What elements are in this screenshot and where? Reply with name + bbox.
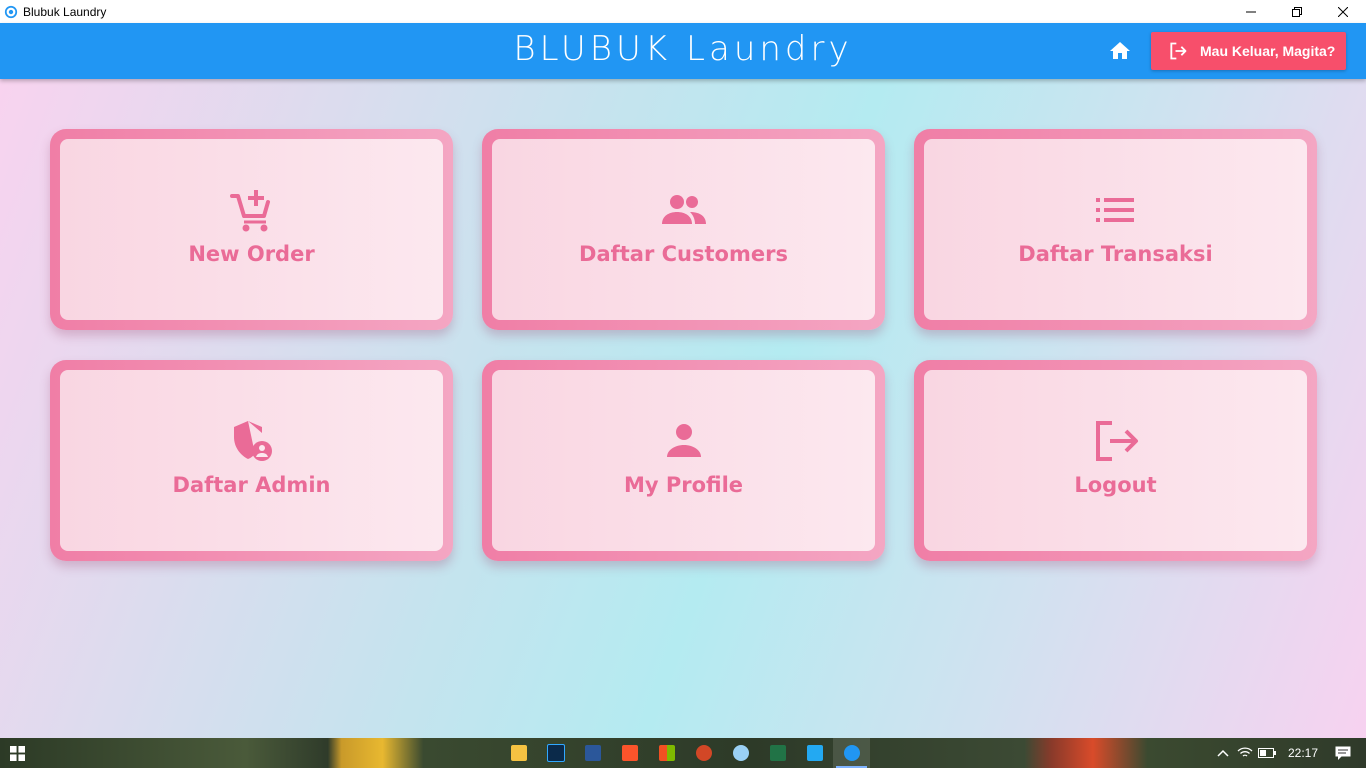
restore-button[interactable] bbox=[1274, 0, 1320, 23]
photoshop-icon[interactable] bbox=[537, 738, 574, 768]
admin-shield-icon bbox=[233, 420, 272, 461]
person-icon bbox=[666, 423, 701, 457]
battery-icon[interactable] bbox=[1256, 738, 1278, 768]
close-icon bbox=[1338, 6, 1348, 17]
menu-card-label: Daftar Customers bbox=[579, 241, 788, 266]
blubuk-laundry-icon[interactable] bbox=[833, 738, 870, 768]
taskbar-clock[interactable]: 22:17 bbox=[1288, 746, 1318, 760]
minimize-icon bbox=[1246, 11, 1256, 12]
menu-card-my-profile[interactable]: My Profile bbox=[482, 360, 885, 561]
system-tray: 22:17 bbox=[1212, 738, 1366, 768]
taskbar-apps bbox=[500, 738, 870, 768]
word-icon[interactable] bbox=[574, 738, 611, 768]
wifi-icon[interactable] bbox=[1234, 738, 1256, 768]
chevron-up-icon[interactable] bbox=[1212, 738, 1234, 768]
os-taskbar: 22:17 bbox=[0, 738, 1366, 768]
logout-header-button[interactable]: Mau Keluar, Magita? bbox=[1151, 32, 1346, 70]
menu-card-daftar-customers[interactable]: Daftar Customers bbox=[482, 129, 885, 330]
store-icon[interactable] bbox=[648, 738, 685, 768]
home-icon[interactable] bbox=[1108, 39, 1132, 63]
windows-start-icon[interactable] bbox=[10, 746, 25, 761]
menu-card-label: Daftar Admin bbox=[172, 472, 331, 497]
excel-icon[interactable] bbox=[759, 738, 796, 768]
list-icon bbox=[1095, 197, 1134, 222]
minimize-button[interactable] bbox=[1228, 0, 1274, 23]
app-logo-icon bbox=[4, 5, 18, 18]
notification-icon[interactable] bbox=[1332, 738, 1354, 768]
dashboard: New Order Daftar Customers Daftar Transa… bbox=[0, 79, 1366, 738]
logout-icon bbox=[1170, 42, 1187, 60]
file-explorer-icon[interactable] bbox=[500, 738, 537, 768]
brave-icon[interactable] bbox=[611, 738, 648, 768]
menu-card-new-order[interactable]: New Order bbox=[50, 129, 453, 330]
paint-icon[interactable] bbox=[722, 738, 759, 768]
vscode-icon[interactable] bbox=[796, 738, 833, 768]
users-icon bbox=[661, 194, 706, 224]
menu-card-label: New Order bbox=[188, 241, 315, 266]
logout-icon bbox=[1095, 420, 1138, 461]
menu-card-daftar-transaksi[interactable]: Daftar Transaksi bbox=[914, 129, 1317, 330]
menu-card-label: Daftar Transaksi bbox=[1018, 241, 1213, 266]
close-button[interactable] bbox=[1320, 0, 1366, 23]
menu-card-label: Logout bbox=[1074, 472, 1157, 497]
restore-icon bbox=[1292, 6, 1302, 17]
app-header: BLUBUK Laundry Mau Keluar, Magita? bbox=[0, 23, 1366, 79]
cart-plus-icon bbox=[229, 189, 270, 231]
window-title: Blubuk Laundry bbox=[23, 4, 107, 19]
menu-card-logout[interactable]: Logout bbox=[914, 360, 1317, 561]
window-titlebar: Blubuk Laundry bbox=[0, 0, 1366, 23]
window-controls bbox=[1228, 0, 1366, 23]
menu-card-daftar-admin[interactable]: Daftar Admin bbox=[50, 360, 453, 561]
logout-header-label: Mau Keluar, Magita? bbox=[1200, 43, 1336, 59]
menu-card-label: My Profile bbox=[623, 472, 744, 497]
powerpoint-icon[interactable] bbox=[685, 738, 722, 768]
